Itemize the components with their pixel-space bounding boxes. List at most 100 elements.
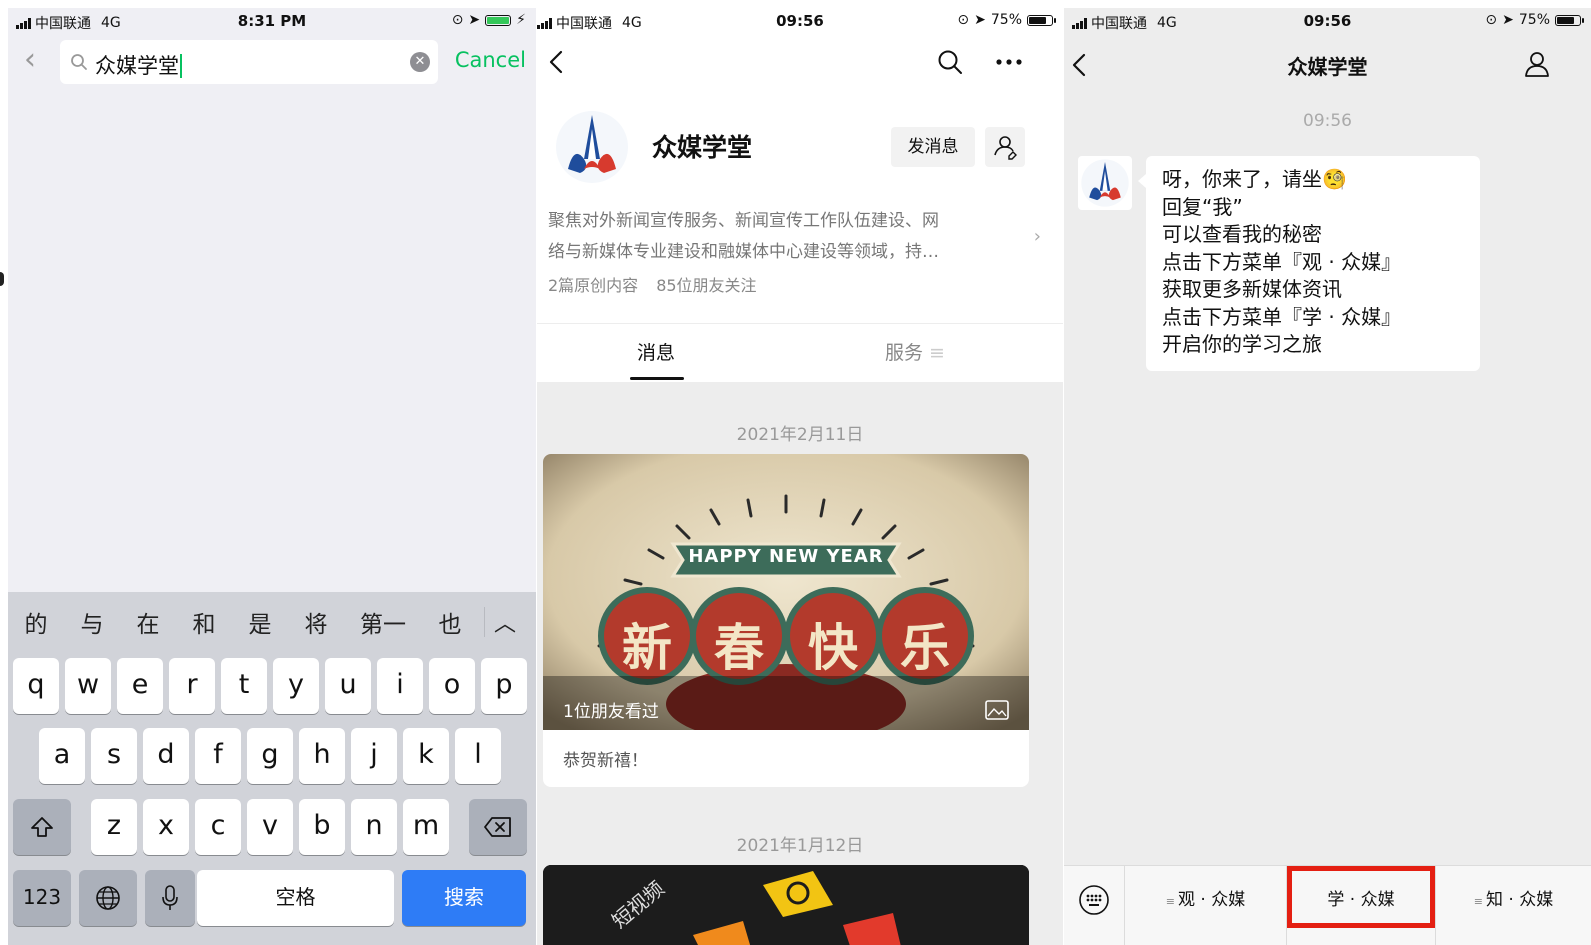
space-key[interactable]: 空格	[197, 870, 394, 926]
highlight-box	[1287, 866, 1435, 928]
key-z[interactable]: z	[91, 799, 137, 855]
key-p[interactable]: p	[481, 658, 527, 714]
key-w[interactable]: w	[65, 658, 111, 714]
candidate-word[interactable]: 的	[8, 605, 64, 639]
search-field[interactable]: 众媒学堂 ✕	[60, 40, 438, 84]
back-chevron-icon[interactable]: ‹	[24, 42, 36, 77]
backspace-key[interactable]	[469, 799, 527, 855]
key-r[interactable]: r	[169, 658, 215, 714]
greeting-char: 乐	[900, 618, 950, 677]
menu-lines-icon: ≡	[929, 342, 945, 364]
key-i[interactable]: i	[377, 658, 423, 714]
key-e[interactable]: e	[117, 658, 163, 714]
send-message-button[interactable]: 发消息	[891, 127, 975, 167]
cancel-button[interactable]: Cancel	[455, 48, 526, 72]
friends-follow-count: 85位朋友关注	[656, 276, 757, 295]
post-date: 2021年1月12日	[736, 836, 864, 856]
message-bubble[interactable]: 呀，你来了，请坐🧐 回复“我” 可以查看我的秘密 点击下方菜单『观 · 众媒』 …	[1138, 156, 1480, 371]
key-h[interactable]: h	[299, 728, 345, 784]
key-s[interactable]: s	[91, 728, 137, 784]
menu-lines-icon: ≡	[1165, 895, 1175, 908]
key-c[interactable]: c	[195, 799, 241, 855]
key-m[interactable]: m	[403, 799, 449, 855]
search-icon[interactable]	[937, 49, 963, 75]
candidate-word[interactable]: 是	[232, 605, 288, 639]
status-bar: 中国联通 4G 8:31 PM ⊙ ➤ ⚡	[8, 8, 536, 34]
search-key[interactable]: 搜索	[402, 870, 526, 926]
account-profile-screen: 中国联通 4G 09:56 ⊙ ➤ 75% 众媒学堂 发消息 聚焦对外新闻宣传服…	[537, 8, 1063, 945]
chat-screen: 中国联通 4G 09:56 ⊙ ➤ 75% 众媒学堂 09:56 呀，你来了，请…	[1064, 8, 1591, 945]
numbers-key[interactable]: 123	[13, 870, 71, 926]
tab-services[interactable]: 服务 ≡	[885, 338, 945, 365]
greeting-char: 新	[622, 618, 672, 677]
chevron-right-icon[interactable]: ›	[1034, 226, 1041, 247]
text-caret	[180, 54, 182, 78]
clear-icon[interactable]: ✕	[410, 52, 430, 72]
message-line: 点击下方菜单『观 · 众媒』	[1162, 249, 1402, 274]
status-bar: 中国联通 4G 09:56 ⊙ ➤ 75%	[1064, 8, 1591, 34]
profile-icon[interactable]	[1523, 50, 1551, 78]
article-card[interactable]: 短视频	[543, 865, 1029, 945]
message-line: 可以查看我的秘密	[1162, 222, 1322, 246]
status-bar: 中国联通 4G 09:56 ⊙ ➤ 75%	[537, 8, 1063, 34]
globe-icon	[96, 886, 120, 910]
menu-item-zhi[interactable]: ≡ 知 · 众媒	[1436, 866, 1591, 945]
menu-item-label: 观 · 众媒	[1178, 890, 1246, 910]
key-a[interactable]: a	[39, 728, 85, 784]
menu-item-label: 知 · 众媒	[1486, 890, 1554, 910]
key-k[interactable]: k	[403, 728, 449, 784]
message-line: 开启你的学习之旅	[1162, 332, 1322, 356]
tab-bar: 消息 服务 ≡	[537, 324, 1063, 382]
contact-button[interactable]	[985, 127, 1025, 167]
key-n[interactable]: n	[351, 799, 397, 855]
image-icon	[985, 700, 1009, 720]
key-v[interactable]: v	[247, 799, 293, 855]
account-description[interactable]: 聚焦对外新闻宣传服务、新闻宣传工作队伍建设、网 络与新媒体专业建设和融媒体中心建…	[548, 206, 998, 268]
friends-viewed: 1位朋友看过	[563, 702, 659, 722]
location-icon: ➤	[974, 12, 986, 28]
contact-card-icon	[994, 136, 1017, 160]
account-stats: 2篇原创内容 85位朋友关注	[548, 272, 757, 296]
keyboard-toggle-button[interactable]	[1064, 866, 1125, 945]
expand-candidates-icon[interactable]: ︿	[485, 606, 525, 638]
more-icon[interactable]	[995, 58, 1023, 66]
key-y[interactable]: y	[273, 658, 319, 714]
chat-timestamp: 09:56	[1303, 111, 1352, 131]
key-x[interactable]: x	[143, 799, 189, 855]
logo-icon	[556, 111, 628, 183]
candidate-word[interactable]: 与	[64, 605, 120, 639]
key-g[interactable]: g	[247, 728, 293, 784]
candidate-word[interactable]: 第一	[344, 605, 422, 639]
banner-text: HAPPY NEW YEAR	[688, 546, 884, 567]
dictation-key[interactable]	[145, 870, 195, 926]
key-b[interactable]: b	[299, 799, 345, 855]
key-o[interactable]: o	[429, 658, 475, 714]
location-icon: ➤	[1502, 12, 1514, 28]
rotation-lock-icon: ⊙	[1485, 12, 1498, 28]
search-icon	[71, 54, 87, 70]
candidate-word[interactable]: 和	[176, 605, 232, 639]
key-d[interactable]: d	[143, 728, 189, 784]
candidate-word[interactable]: 在	[120, 605, 176, 639]
candidate-word[interactable]: 将	[288, 605, 344, 639]
back-icon[interactable]	[549, 50, 563, 74]
profile-header: 中国联通 4G 09:56 ⊙ ➤ 75% 众媒学堂 发消息 聚焦对外新闻宣传服…	[537, 8, 1063, 323]
search-input[interactable]: 众媒学堂	[95, 50, 182, 80]
account-avatar[interactable]	[1078, 156, 1132, 210]
key-q[interactable]: q	[13, 658, 59, 714]
shift-key[interactable]	[13, 799, 71, 855]
key-f[interactable]: f	[195, 728, 241, 784]
candidate-word[interactable]: 也	[422, 605, 478, 639]
globe-key[interactable]	[79, 870, 137, 926]
tab-messages[interactable]: 消息	[637, 338, 675, 365]
key-u[interactable]: u	[325, 658, 371, 714]
search-bar: ‹ 众媒学堂 ✕ Cancel	[8, 38, 536, 96]
menu-item-guan[interactable]: ≡ 观 · 众媒	[1125, 866, 1287, 945]
article-card[interactable]: HAPPY NEW YEAR 新 春 快 乐 1位朋友看过 恭贺新禧！	[543, 454, 1029, 787]
menu-lines-icon: ≡	[1473, 895, 1483, 908]
key-t[interactable]: t	[221, 658, 267, 714]
key-j[interactable]: j	[351, 728, 397, 784]
edge-marker	[0, 272, 4, 286]
nav-bar	[537, 48, 1063, 78]
key-l[interactable]: l	[455, 728, 501, 784]
